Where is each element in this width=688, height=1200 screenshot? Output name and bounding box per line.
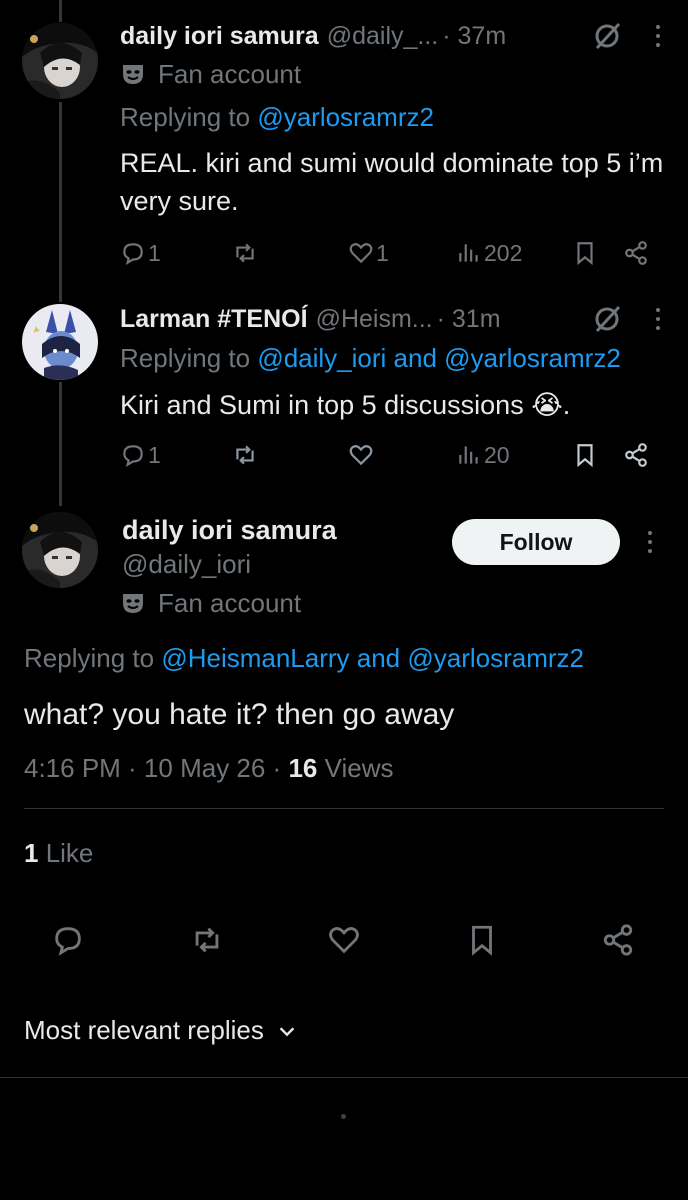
main-display-name[interactable]: daily iori samura xyxy=(122,515,337,546)
views-icon xyxy=(459,244,478,262)
replies-sort-label: Most relevant replies xyxy=(24,1015,264,1045)
timestamp[interactable]: · 31m xyxy=(437,305,501,334)
action-bar: 1 1 202 xyxy=(120,233,655,273)
likes-count: 1 xyxy=(24,838,39,868)
like-icon xyxy=(329,927,359,954)
more-icon[interactable] xyxy=(640,527,660,557)
action-bar: 1 20 xyxy=(120,435,655,475)
views-count: 20 xyxy=(484,441,510,468)
likes-label: Like xyxy=(38,838,94,868)
tweet-text: REAL. kiri and sumi would dominate top 5… xyxy=(120,148,664,216)
loading-indicator xyxy=(341,1114,346,1119)
main-avatar[interactable] xyxy=(22,512,98,588)
reply-count: 1 xyxy=(148,441,161,468)
repost-button[interactable] xyxy=(232,233,258,273)
fan-mask-icon xyxy=(123,65,143,84)
share-button[interactable] xyxy=(623,435,649,475)
reply-button[interactable]: 1 xyxy=(120,233,161,273)
replying-prefix: Replying to xyxy=(24,643,162,673)
repost-button[interactable] xyxy=(232,435,258,475)
replying-to: Replying to @daily_iori and @yarlosramrz… xyxy=(120,343,621,374)
fan-account-label: Fan account xyxy=(158,58,302,89)
thread-tweet-1[interactable]: daily iori samura @daily_... · 37m Fan a… xyxy=(0,0,688,290)
like-button[interactable] xyxy=(348,435,374,475)
views-count: 16 xyxy=(288,753,318,783)
tweet-header: Larman #TENOÍ @Heism... · 31m xyxy=(120,299,668,339)
replies-sort-dropdown[interactable]: Most relevant replies xyxy=(24,1015,298,1046)
share-button[interactable] xyxy=(623,233,649,273)
follow-button[interactable]: Follow xyxy=(452,519,620,565)
views-button[interactable]: 20 xyxy=(456,435,510,475)
display-name[interactable]: Larman #TENOÍ xyxy=(120,305,308,334)
reply-mentions[interactable]: @HeismanLarry and @yarlosramrz2 xyxy=(161,643,584,673)
views-label: Views xyxy=(317,753,394,783)
reply-mentions[interactable]: @yarlosramrz2 xyxy=(257,102,434,132)
reply-button[interactable]: 1 xyxy=(120,435,161,475)
main-replying-to: Replying to @HeismanLarry and @yarlosram… xyxy=(24,643,584,674)
avatar[interactable] xyxy=(22,23,98,99)
reply-icon xyxy=(123,445,143,468)
views-count: 202 xyxy=(484,239,523,266)
repost-icon xyxy=(236,445,254,465)
divider xyxy=(24,808,664,809)
more-icon[interactable] xyxy=(648,21,668,51)
timestamp[interactable]: · 37m xyxy=(442,22,506,51)
repost-button[interactable] xyxy=(187,920,227,960)
chevron-down-icon xyxy=(279,1026,295,1036)
like-button[interactable]: 1 xyxy=(348,233,389,273)
fan-account-badge: Fan account xyxy=(120,585,301,621)
more-icon[interactable] xyxy=(648,304,668,334)
like-icon xyxy=(349,445,373,466)
share-icon xyxy=(603,924,633,956)
main-tweet-text: what? you hate it? then go away xyxy=(24,698,455,731)
like-count: 1 xyxy=(376,239,389,266)
grok-icon[interactable] xyxy=(592,304,622,334)
reply-icon xyxy=(55,927,81,956)
tweet-meta: 4:16 PM · 10 May 26 · 16 Views xyxy=(24,753,393,784)
tweet-header: daily iori samura @daily_... · 37m xyxy=(120,16,668,56)
fan-mask-icon xyxy=(123,594,143,613)
replying-prefix: Replying to xyxy=(120,343,258,373)
likes-summary[interactable]: 1 Like xyxy=(24,838,93,869)
share-icon xyxy=(625,241,647,265)
avatar[interactable] xyxy=(22,304,98,380)
views-button[interactable]: 202 xyxy=(456,233,522,273)
reply-icon xyxy=(123,243,143,266)
bookmark-icon xyxy=(577,242,593,266)
share-button[interactable] xyxy=(598,920,638,960)
like-button[interactable] xyxy=(324,920,364,960)
repost-icon xyxy=(195,927,219,953)
bookmark-icon xyxy=(472,925,492,956)
main-handle[interactable]: @daily_iori xyxy=(122,549,251,580)
reply-count: 1 xyxy=(148,239,161,266)
reply-button[interactable] xyxy=(48,920,88,960)
grok-icon[interactable] xyxy=(592,21,622,51)
like-icon xyxy=(349,243,373,264)
fan-account-badge: Fan account xyxy=(120,56,301,92)
replying-to: Replying to @yarlosramrz2 xyxy=(120,102,434,133)
divider xyxy=(0,1077,688,1078)
bookmark-icon xyxy=(577,444,593,468)
repost-icon xyxy=(236,243,254,263)
fan-account-label: Fan account xyxy=(158,587,302,618)
views-icon xyxy=(459,446,478,464)
bookmark-button[interactable] xyxy=(462,920,502,960)
bookmark-button[interactable] xyxy=(572,233,598,273)
bookmark-button[interactable] xyxy=(572,435,598,475)
tweet-timestamp[interactable]: 4:16 PM · 10 May 26 · xyxy=(24,753,288,783)
share-icon xyxy=(625,443,647,467)
handle[interactable]: @Heism... xyxy=(316,305,433,334)
display-name[interactable]: daily iori samura xyxy=(120,22,319,51)
handle[interactable]: @daily_... xyxy=(327,22,439,51)
reply-mentions[interactable]: @daily_iori and @yarlosramrz2 xyxy=(257,343,620,373)
tweet-text: Kiri and Sumi in top 5 discussions 😭. xyxy=(120,390,571,420)
replying-prefix: Replying to xyxy=(120,102,258,132)
thread-tweet-2[interactable]: Larman #TENOÍ @Heism... · 31m Replying t… xyxy=(0,290,688,495)
